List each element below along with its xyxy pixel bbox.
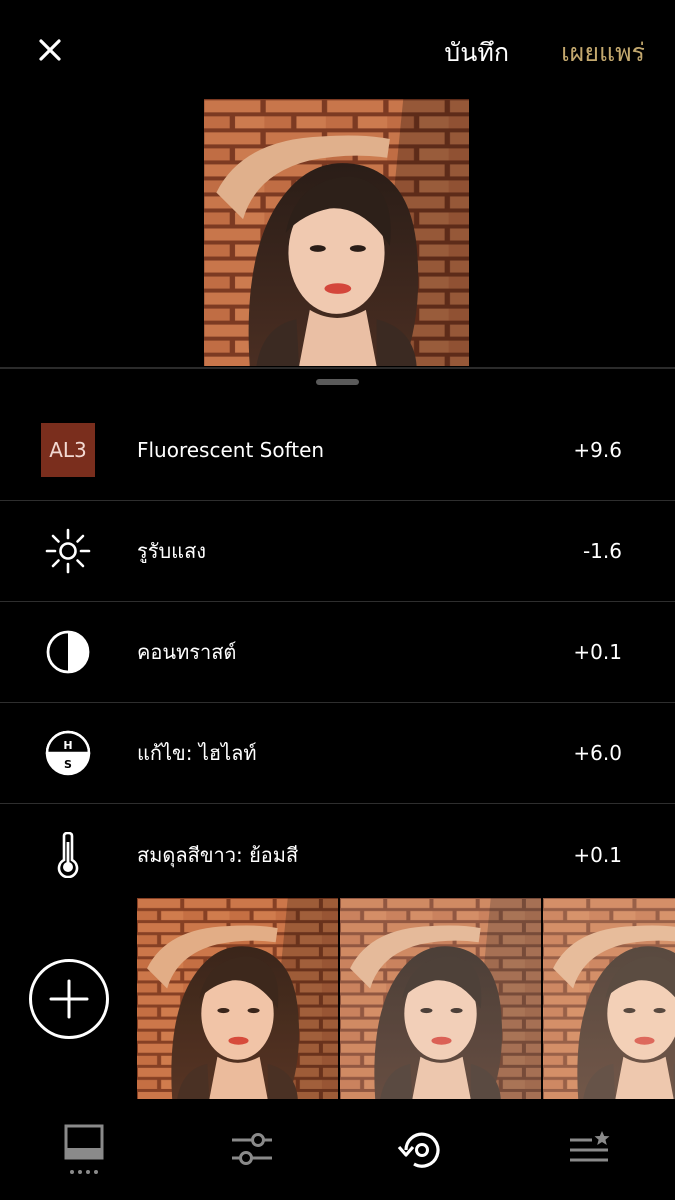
adjustment-label: แก้ไข: ไฮไลท์ [137, 741, 257, 765]
publish-button[interactable]: เผยแพร่ [561, 33, 645, 73]
save-button[interactable]: บันทึก [444, 33, 509, 73]
adjustment-row-white-balance[interactable]: สมดุลสีขาว: ย้อมสี +0.1 [0, 804, 675, 905]
close-icon [39, 39, 61, 61]
adjustment-value: +9.6 [573, 438, 622, 462]
nav-recipes[interactable] [506, 1100, 674, 1200]
svg-text:H: H [63, 739, 72, 752]
thumbnail-faded[interactable] [543, 898, 675, 1099]
adjustment-row-preset[interactable]: AL3 Fluorescent Soften +9.6 [0, 400, 675, 501]
thumbnail-grain-warm[interactable] [137, 898, 338, 1099]
adjustment-value: -1.6 [582, 539, 622, 563]
adjustment-list: AL3 Fluorescent Soften +9.6 รูรับแสง -1.… [0, 400, 675, 905]
photo-preview-image [204, 99, 469, 366]
adjustment-label: Fluorescent Soften [137, 438, 325, 462]
thumbnail-strip[interactable] [137, 898, 675, 1099]
divider [0, 367, 675, 369]
sliders-icon [232, 1133, 272, 1165]
adjustment-value: +0.1 [573, 842, 622, 867]
close-button[interactable] [34, 34, 66, 66]
exposure-sun-icon [40, 523, 96, 579]
adjustment-row-exposure[interactable]: รูรับแสง -1.6 [0, 501, 675, 602]
svg-text:S: S [64, 758, 72, 771]
temperature-thermometer-icon [40, 827, 96, 883]
photo-preview[interactable] [204, 99, 469, 366]
panel-drag-handle[interactable] [316, 379, 359, 385]
nav-history[interactable] [337, 1100, 505, 1200]
adjustment-value: +6.0 [573, 741, 622, 765]
adjustment-label: คอนทราสต์ [137, 640, 237, 664]
preset-icon: AL3 [40, 422, 96, 478]
thumbnail-bright[interactable] [340, 898, 541, 1099]
adjustment-value: +0.1 [573, 640, 622, 664]
add-adjustment-button[interactable] [29, 959, 109, 1039]
adjustment-label: สมดุลสีขาว: ย้อมสี [137, 842, 299, 867]
adjustment-label: รูรับแสง [137, 539, 207, 563]
recipes-star-icon [570, 1131, 610, 1162]
contrast-icon [40, 624, 96, 680]
nav-gallery[interactable] [0, 1100, 168, 1200]
history-icon [397, 1132, 440, 1168]
top-bar: บันทึก เผยแพร่ [0, 0, 675, 100]
bottom-toolbar [0, 1100, 675, 1200]
gallery-icon [64, 1124, 104, 1174]
highlights-shadows-icon: H S [40, 725, 96, 781]
nav-adjust[interactable] [168, 1100, 336, 1200]
preset-badge: AL3 [41, 423, 95, 477]
adjustment-row-contrast[interactable]: คอนทราสต์ +0.1 [0, 602, 675, 703]
plus-icon [49, 979, 89, 1019]
edit-screen: บันทึก เผยแพร่ AL3 Fluorescent Soften +9… [0, 0, 675, 1200]
adjustment-row-highlights[interactable]: H S แก้ไข: ไฮไลท์ +6.0 [0, 703, 675, 804]
